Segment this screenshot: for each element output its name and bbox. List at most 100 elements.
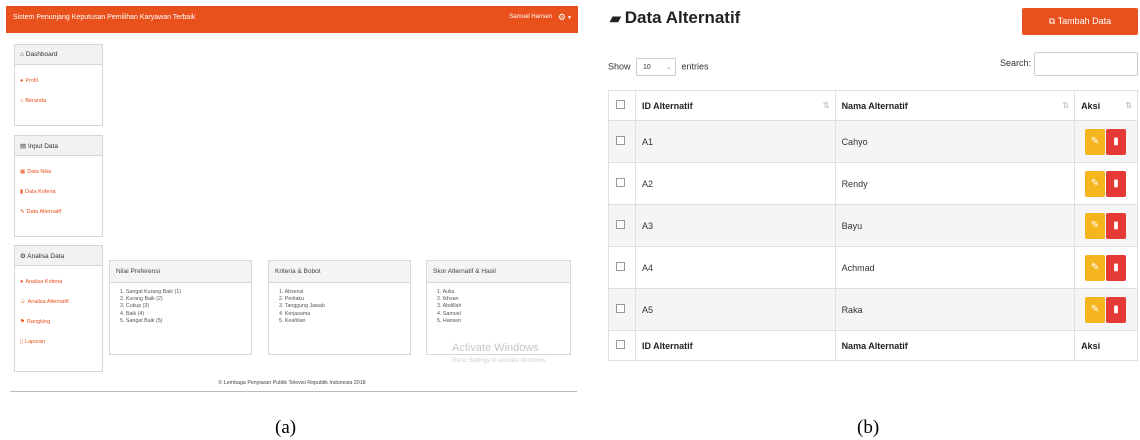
table-footer: ID Alternatif Nama Alternatif Aksi (608, 330, 1138, 361)
select-all-checkbox[interactable] (616, 340, 625, 349)
sidebar-item-profil[interactable]: ● Profil (15, 71, 102, 91)
sidebar-heading: ⌂ Dashboard (15, 45, 102, 65)
list-item: 4. Samuel (437, 310, 461, 317)
divider (10, 391, 577, 392)
trash-icon: ▮ (20, 189, 24, 195)
edit-icon[interactable]: ✎ (1085, 254, 1106, 281)
sidebar-item-data-nilai[interactable]: ▦ Data Nilai (15, 162, 102, 182)
card-title: Skor Alternatif & Hasil (427, 261, 570, 283)
sidebar-item-rangking[interactable]: ⚑ Rangking (15, 312, 102, 332)
card-title: Nilai Preferensi (110, 261, 251, 283)
select-all-checkbox[interactable] (616, 100, 625, 109)
trash-icon[interactable]: ▮ (1106, 170, 1127, 197)
cell-name: Rendy (834, 162, 1076, 205)
list-item: 1. Aulia (437, 289, 455, 295)
search-input[interactable] (1034, 52, 1138, 76)
sidebar-item-analisa-kriteria[interactable]: ● Analisa Kriteria (15, 272, 102, 292)
cell-name: Cahyo (834, 120, 1076, 163)
list-item: 2. Ikhsan (437, 296, 459, 303)
list-item: 4. Baik (4) (120, 310, 145, 317)
row-checkbox[interactable] (616, 304, 625, 313)
home-icon: ⌂ (20, 98, 24, 104)
table-header: ID Alternatif ⇅ Nama Alternatif ⇅ Aksi ⇅ (608, 90, 1138, 121)
list-item: 5. Keahlian (279, 317, 306, 324)
trash-icon[interactable]: ▮ (1106, 254, 1127, 281)
sidebar-item-data-kriteria[interactable]: ▮ Data Kriteria (15, 182, 102, 202)
cell-id: A1 (634, 120, 836, 163)
sidebar-dashboard: ⌂ Dashboard ● Profil ⌂ Beranda (14, 44, 103, 126)
sort-icon[interactable]: ⇅ (1125, 101, 1132, 110)
pencil-icon: ✎ (20, 209, 25, 215)
column-header-name[interactable]: Nama Alternatif ⇅ (834, 90, 1076, 121)
gears-icon: ⚙ (20, 253, 26, 260)
document-icon: ▯ (20, 339, 24, 345)
sort-icon[interactable]: ⇅ (823, 101, 830, 110)
watermark-title: Activate Windows (452, 342, 539, 354)
table-row: A5 Raka ✎ ▮ (608, 288, 1138, 331)
footer-header-id: ID Alternatif (634, 330, 836, 361)
footer-header-aksi: Aksi (1074, 330, 1138, 361)
column-header-aksi[interactable]: Aksi ⇅ (1074, 90, 1138, 121)
panel-label-a: (a) (275, 417, 297, 438)
edit-icon[interactable]: ✎ (1085, 296, 1106, 323)
sidebar-input-data: ▤ Input Data ▦ Data Nilai ▮ Data Kriteria … (14, 135, 103, 237)
list-item: 1. Absensi (279, 289, 304, 295)
add-icon: ⧉ (1048, 16, 1056, 26)
cell-name: Achmad (834, 246, 1076, 289)
edit-icon[interactable]: ✎ (1085, 128, 1106, 155)
sidebar-item-analisa-alternatif[interactable]: ☺ Analisa Alternatif (15, 292, 102, 312)
user-name[interactable]: Samuel Hansen (509, 14, 552, 20)
edit-icon[interactable]: ✎ (1085, 212, 1106, 239)
footer-header-name: Nama Alternatif (834, 330, 1076, 361)
card-kriteria-bobot: Kriteria & Bobot 1. Absensi 2. Perilaku … (268, 260, 411, 355)
add-data-button[interactable]: ⧉ Tambah Data (1022, 8, 1138, 35)
search-label: Search: (1000, 58, 1032, 68)
users-icon: ☺ (20, 299, 26, 305)
list-item: 3. Tanggung Jawab (279, 303, 325, 310)
entries-control: Show 10 ⌄ entries (608, 58, 709, 76)
flag-icon: ⚑ (20, 319, 25, 325)
trash-icon[interactable]: ▮ (1106, 128, 1127, 155)
top-navbar: Sistem Penunjang Keputusan Pemilihan Kar… (6, 6, 578, 33)
sidebar-item-data-alternatif[interactable]: ✎ Data Alternatif (15, 202, 102, 222)
select-all-cell (608, 90, 636, 121)
table-row: A1 Cahyo ✎ ▮ (608, 120, 1138, 163)
card-skor-alternatif: Skor Alternatif & Hasil 1. Aulia 2. Ikhs… (426, 260, 571, 355)
list-item: 3. Cukup (3) (120, 303, 150, 310)
chevron-down-icon[interactable]: ▼ (567, 15, 572, 21)
cell-id: A2 (634, 162, 836, 205)
data-alternatif-screenshot: ▰ Data Alternatif ⧉ Tambah Data Show 10 ⌄ … (598, 4, 1138, 384)
edit-icon[interactable]: ✎ (1085, 170, 1106, 197)
row-checkbox[interactable] (616, 220, 625, 229)
list-item: 5. Hansen (437, 317, 462, 324)
cell-id: A4 (634, 246, 836, 289)
cell-name: Raka (834, 288, 1076, 331)
app-title: Sistem Penunjang Keputusan Pemilihan Kar… (13, 14, 196, 21)
sidebar-analisa-data: ⚙ Analisa Data ● Analisa Kriteria ☺ Analis… (14, 245, 103, 372)
column-header-id[interactable]: ID Alternatif ⇅ (634, 90, 836, 121)
row-checkbox[interactable] (616, 136, 625, 145)
entries-label: entries (681, 61, 709, 72)
card-nilai-preferensi: Nilai Preferensi 1. Sangat Kurang Baik (… (109, 260, 252, 355)
footer: © Lembaga Penyiaran Publik Televisi Repu… (218, 380, 366, 386)
row-checkbox[interactable] (616, 262, 625, 271)
sidebar-item-laporan[interactable]: ▯ Laporan (15, 332, 102, 352)
row-checkbox[interactable] (616, 178, 625, 187)
page-title: ▰ Data Alternatif (610, 8, 741, 27)
panel-label-b: (b) (857, 417, 880, 438)
trash-icon[interactable]: ▮ (1106, 212, 1127, 239)
table-row: A4 Achmad ✎ ▮ (608, 246, 1138, 289)
sidebar-item-beranda[interactable]: ⌂ Beranda (15, 91, 102, 111)
trash-icon[interactable]: ▮ (1106, 296, 1127, 323)
book-icon: ▰ (610, 10, 621, 26)
entries-select[interactable]: 10 ⌄ (636, 58, 677, 76)
watermark-subtitle: Go to Settings to activate Windows. (452, 358, 547, 364)
gear-icon[interactable]: ⚙ (558, 12, 566, 23)
list-item: 2. Perilaku (279, 296, 305, 303)
list-item: 2. Kurang Baik (2) (120, 296, 163, 303)
sort-icon[interactable]: ⇅ (1062, 101, 1069, 110)
home-icon: ⌂ (20, 51, 24, 58)
file-icon: ▤ (20, 143, 27, 150)
chevron-down-icon: ⌄ (666, 65, 672, 71)
list-item: 1. Sangat Kurang Baik (1) (120, 289, 181, 295)
